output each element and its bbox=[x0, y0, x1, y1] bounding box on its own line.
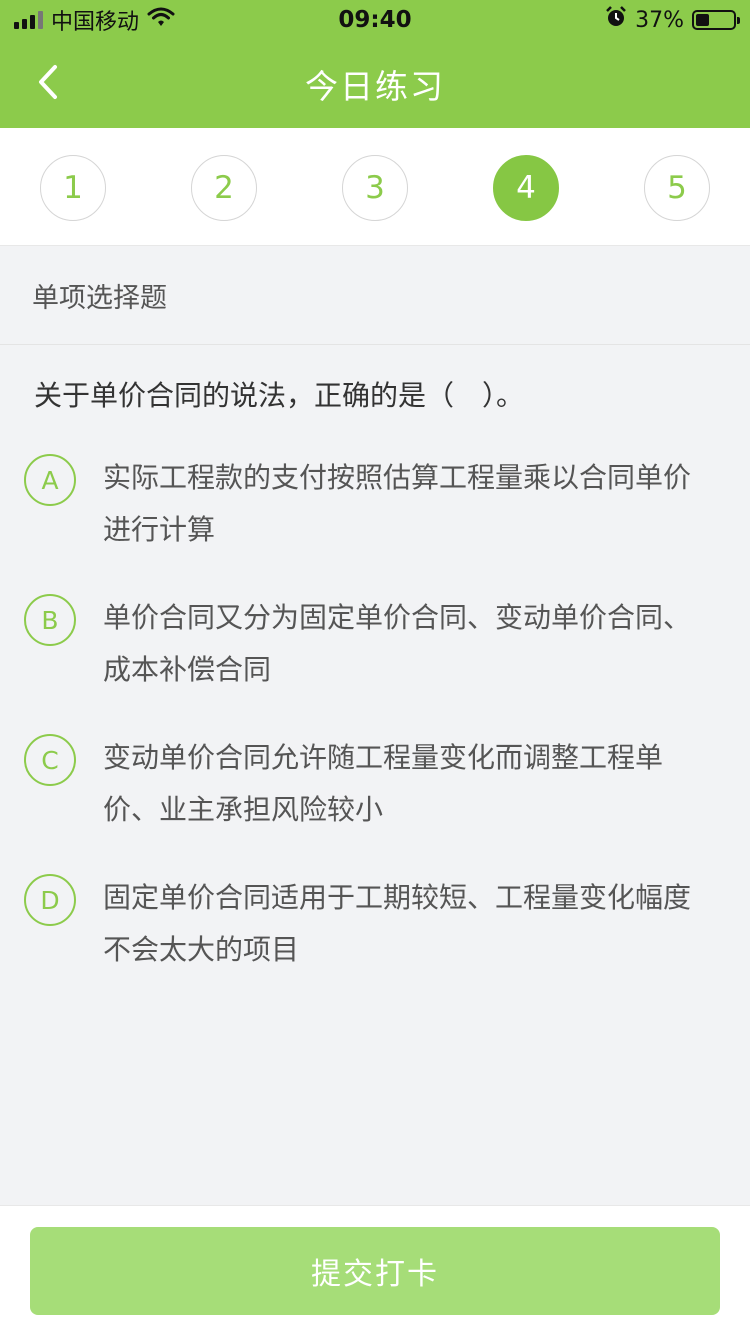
status-right: 37% bbox=[605, 6, 740, 34]
signal-icon bbox=[14, 11, 43, 29]
battery-percent: 37% bbox=[635, 7, 684, 33]
step-1[interactable]: 1 bbox=[40, 155, 106, 221]
status-bar: 中国移动 09:40 37% bbox=[0, 0, 750, 40]
step-5[interactable]: 5 bbox=[644, 155, 710, 221]
option-text: 单价合同又分为固定单价合同、变动单价合同、成本补偿合同 bbox=[103, 601, 692, 686]
question-type: 单项选择题 bbox=[0, 247, 750, 345]
option-letter: A bbox=[24, 454, 76, 506]
alarm-icon bbox=[605, 6, 627, 34]
option-a[interactable]: A 实际工程款的支付按照估算工程量乘以合同单价进行计算 bbox=[24, 452, 724, 556]
step-2[interactable]: 2 bbox=[191, 155, 257, 221]
option-b[interactable]: B 单价合同又分为固定单价合同、变动单价合同、成本补偿合同 bbox=[24, 592, 724, 696]
option-text: 实际工程款的支付按照估算工程量乘以合同单价进行计算 bbox=[103, 461, 692, 546]
option-letter: C bbox=[24, 734, 76, 786]
question-step-indicator: 1 2 3 4 5 bbox=[0, 128, 750, 246]
status-left: 中国移动 bbox=[14, 4, 175, 36]
submit-checkin-button[interactable]: 提交打卡 bbox=[30, 1227, 720, 1315]
option-d[interactable]: D 固定单价合同适用于工期较短、工程量变化幅度不会太大的项目 bbox=[24, 872, 724, 976]
back-button[interactable] bbox=[28, 64, 68, 104]
battery-icon bbox=[692, 10, 740, 30]
option-letter: B bbox=[24, 594, 76, 646]
nav-bar: 今日练习 bbox=[0, 40, 750, 128]
option-c[interactable]: C 变动单价合同允许随工程量变化而调整工程单价、业主承担风险较小 bbox=[24, 732, 724, 836]
wifi-icon bbox=[147, 6, 175, 34]
option-text: 变动单价合同允许随工程量变化而调整工程单价、业主承担风险较小 bbox=[103, 741, 664, 826]
header: 中国移动 09:40 37% 今日练习 bbox=[0, 0, 750, 128]
step-3[interactable]: 3 bbox=[342, 155, 408, 221]
page-title: 今日练习 bbox=[305, 67, 445, 106]
footer: 提交打卡 bbox=[0, 1205, 750, 1334]
step-4[interactable]: 4 bbox=[493, 155, 559, 221]
chevron-left-icon bbox=[36, 64, 60, 104]
question-text: 关于单价合同的说法，正确的是（ ）。 bbox=[34, 379, 525, 412]
carrier-label: 中国移动 bbox=[51, 10, 140, 35]
option-letter: D bbox=[24, 874, 76, 926]
option-text: 固定单价合同适用于工期较短、工程量变化幅度不会太大的项目 bbox=[103, 881, 692, 966]
